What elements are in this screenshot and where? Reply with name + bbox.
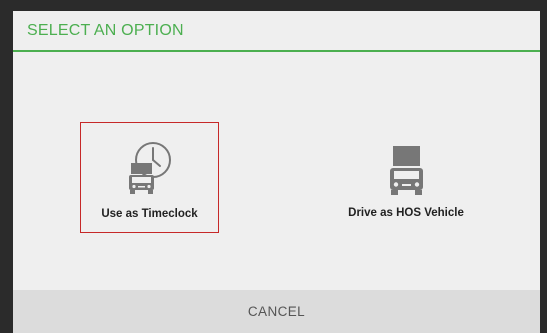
timeclock-truck-icon xyxy=(128,142,171,194)
use-as-timeclock-label: Use as Timeclock xyxy=(101,208,198,220)
drive-as-hos-vehicle-label: Drive as HOS Vehicle xyxy=(348,207,464,219)
cancel-button[interactable]: CANCEL xyxy=(13,290,540,333)
use-as-timeclock-option[interactable]: Use as Timeclock xyxy=(80,122,219,233)
cancel-button-label: CANCEL xyxy=(247,304,306,319)
select-option-dialog: SELECT AN OPTION Use as Timeclock Drive … xyxy=(13,11,540,333)
dialog-title: SELECT AN OPTION xyxy=(27,22,184,39)
truck-icon xyxy=(390,146,423,195)
drive-as-hos-vehicle-option[interactable]: Drive as HOS Vehicle xyxy=(325,122,487,233)
dialog-header: SELECT AN OPTION xyxy=(13,11,540,52)
